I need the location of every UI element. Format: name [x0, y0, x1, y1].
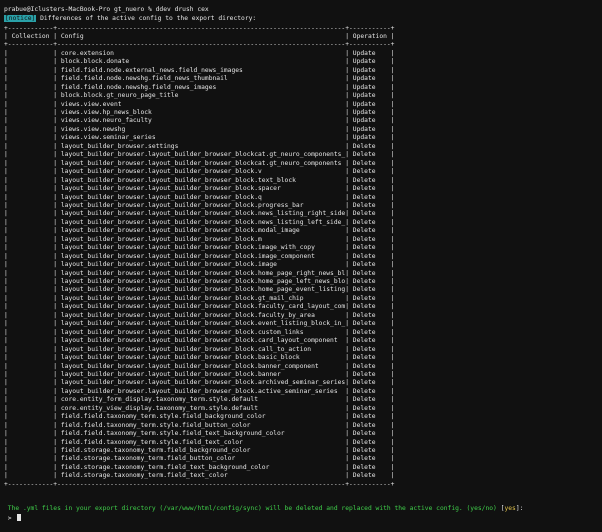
- notice-badge: [notice]: [4, 15, 37, 22]
- command-prompt-line: prabue@Iclusters-MacBook-Pro gt_nuero % …: [4, 6, 209, 13]
- text-cursor[interactable]: [17, 514, 22, 521]
- default-answer: yes: [504, 505, 516, 512]
- notice-text: Differences of the active config to the …: [36, 15, 257, 22]
- confirm-question-text: The .yml files in your export directory …: [4, 505, 501, 512]
- default-close-bracket: ]:: [515, 505, 524, 512]
- input-line[interactable]: >: [4, 514, 598, 523]
- notice-line: [notice] Differences of the active confi…: [4, 15, 598, 24]
- terminal-window[interactable]: prabue@Iclusters-MacBook-Pro gt_nuero % …: [0, 0, 602, 532]
- input-prompt: >: [4, 515, 16, 522]
- confirm-question: The .yml files in your export directory …: [4, 505, 598, 514]
- table-border-bottom: +------------+--------------------------…: [4, 480, 395, 488]
